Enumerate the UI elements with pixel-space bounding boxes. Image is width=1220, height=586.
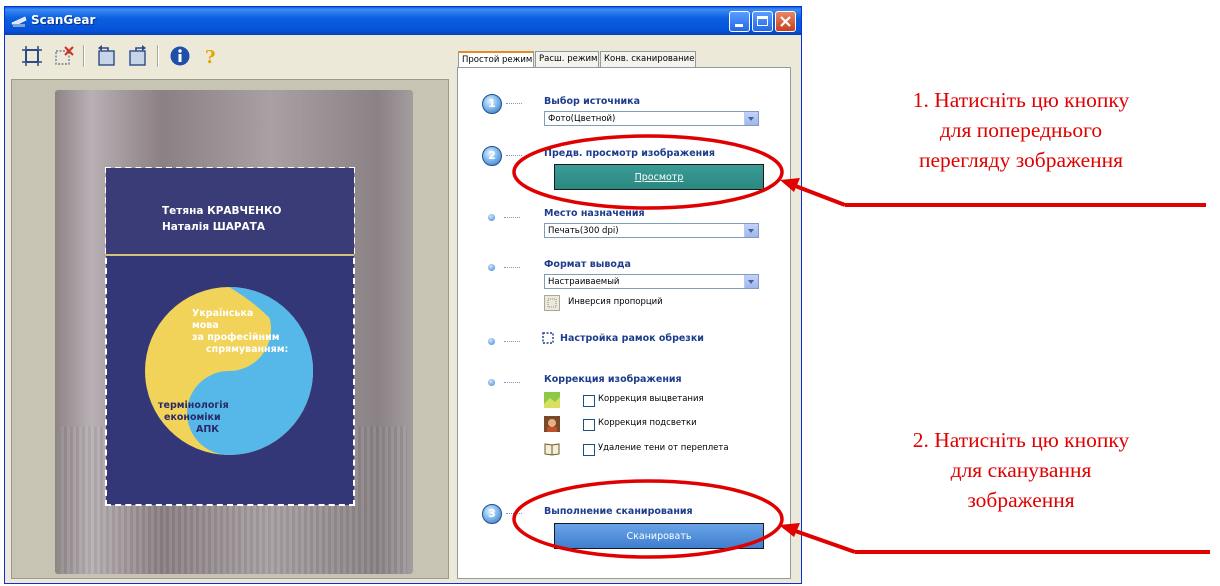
cover-text-1: Українська: [192, 308, 254, 319]
step-2-badge: 2: [482, 146, 502, 166]
preview-area[interactable]: Тетяна КРАВЧЕНКО Наталія ШАРАТА Українсь…: [11, 79, 449, 579]
chevron-down-icon[interactable]: [744, 112, 758, 125]
cover-text-4: спрямуванням:: [206, 344, 289, 355]
preview-button[interactable]: Просмотр: [554, 164, 764, 190]
correction-title: Коррекция изображения: [544, 374, 682, 385]
rotate-left-icon[interactable]: [95, 45, 117, 67]
simple-mode-panel: 1 Выбор источника Фото(Цветной) 2 Предв.…: [457, 67, 791, 579]
maximize-button[interactable]: [752, 11, 773, 32]
crop-frame-icon: [542, 332, 554, 344]
window-title: ScanGear: [31, 13, 96, 27]
gutter-shadow-icon: [544, 443, 560, 456]
cover-text-5: термінологія: [158, 400, 229, 411]
scanner-icon: [11, 16, 27, 27]
backlight-correction-label: Коррекция подсветки: [598, 418, 697, 428]
book-author-2: Наталія ШАРАТА: [162, 221, 265, 233]
cover-text-3: за професійним: [192, 332, 280, 343]
source-title: Выбор источника: [544, 96, 641, 107]
cover-text-6: економіки: [164, 412, 221, 423]
tab-advanced-mode[interactable]: Расш. режим: [535, 51, 599, 67]
gutter-shadow-label: Удаление тени от переплета: [598, 443, 729, 453]
toolbar: ?: [5, 35, 451, 75]
fading-correction-checkbox[interactable]: [583, 395, 595, 407]
fading-correction-label: Коррекция выцветания: [598, 394, 704, 404]
clear-crop-icon[interactable]: [53, 45, 75, 67]
destination-select[interactable]: Печать(300 dpi): [544, 223, 759, 238]
annotation-preview-note: 1. Натисніть цю кнопку для попереднього …: [912, 88, 1130, 172]
invert-ratio-label: Инверсия пропорций: [568, 297, 663, 307]
backlight-correction-icon: [544, 416, 560, 432]
chevron-down-icon[interactable]: [744, 224, 758, 237]
settings-panel: Простой режим Расш. режим Конв. сканиров…: [455, 51, 797, 581]
tab-simple-mode[interactable]: Простой режим: [458, 51, 534, 68]
backlight-correction-checkbox[interactable]: [583, 419, 595, 431]
cover-text-7: АПК: [196, 424, 220, 435]
scan-button[interactable]: Сканировать: [554, 523, 764, 549]
svg-text:?: ?: [205, 47, 216, 67]
chevron-down-icon[interactable]: [744, 275, 758, 288]
preview-title: Предв. просмотр изображения: [544, 148, 715, 159]
destination-title: Место назначения: [544, 208, 645, 219]
scangear-window: ScanGear ? Тетяна КРАВЧЕНКО Наталія ШАРА…: [4, 6, 802, 584]
source-select[interactable]: Фото(Цветной): [544, 111, 759, 126]
title-bar: ScanGear: [5, 7, 801, 35]
scanned-book-cover[interactable]: Тетяна КРАВЧЕНКО Наталія ШАРАТА Українсь…: [105, 167, 355, 506]
destination-value: Печать(300 dpi): [548, 226, 619, 236]
gutter-shadow-checkbox[interactable]: [583, 444, 595, 456]
invert-ratio-icon[interactable]: [544, 295, 560, 311]
book-author-1: Тетяна КРАВЧЕНКО: [162, 205, 282, 217]
cover-text-2: мова: [192, 320, 219, 331]
close-icon: [780, 16, 791, 27]
scan-title: Выполнение сканирования: [544, 506, 693, 517]
output-select[interactable]: Настраиваемый: [544, 274, 759, 289]
tab-auto-scan[interactable]: Конв. сканирование: [600, 51, 696, 67]
fading-correction-icon: [544, 392, 560, 408]
close-button[interactable]: [775, 11, 796, 32]
step-1-badge: 1: [482, 94, 502, 114]
output-value: Настраиваемый: [548, 277, 620, 287]
annotation-scan-note: 2. Натисніть цю кнопку для сканування зо…: [912, 428, 1130, 512]
auto-crop-icon[interactable]: [21, 45, 43, 67]
info-icon[interactable]: [169, 45, 191, 67]
help-icon[interactable]: ?: [199, 45, 221, 67]
rotate-right-icon[interactable]: [127, 45, 149, 67]
crop-settings-link[interactable]: Настройка рамок обрезки: [560, 333, 704, 344]
source-value: Фото(Цветной): [548, 114, 616, 124]
step-3-badge: 3: [482, 504, 502, 524]
minimize-button[interactable]: [729, 11, 750, 32]
output-title: Формат вывода: [544, 259, 631, 270]
